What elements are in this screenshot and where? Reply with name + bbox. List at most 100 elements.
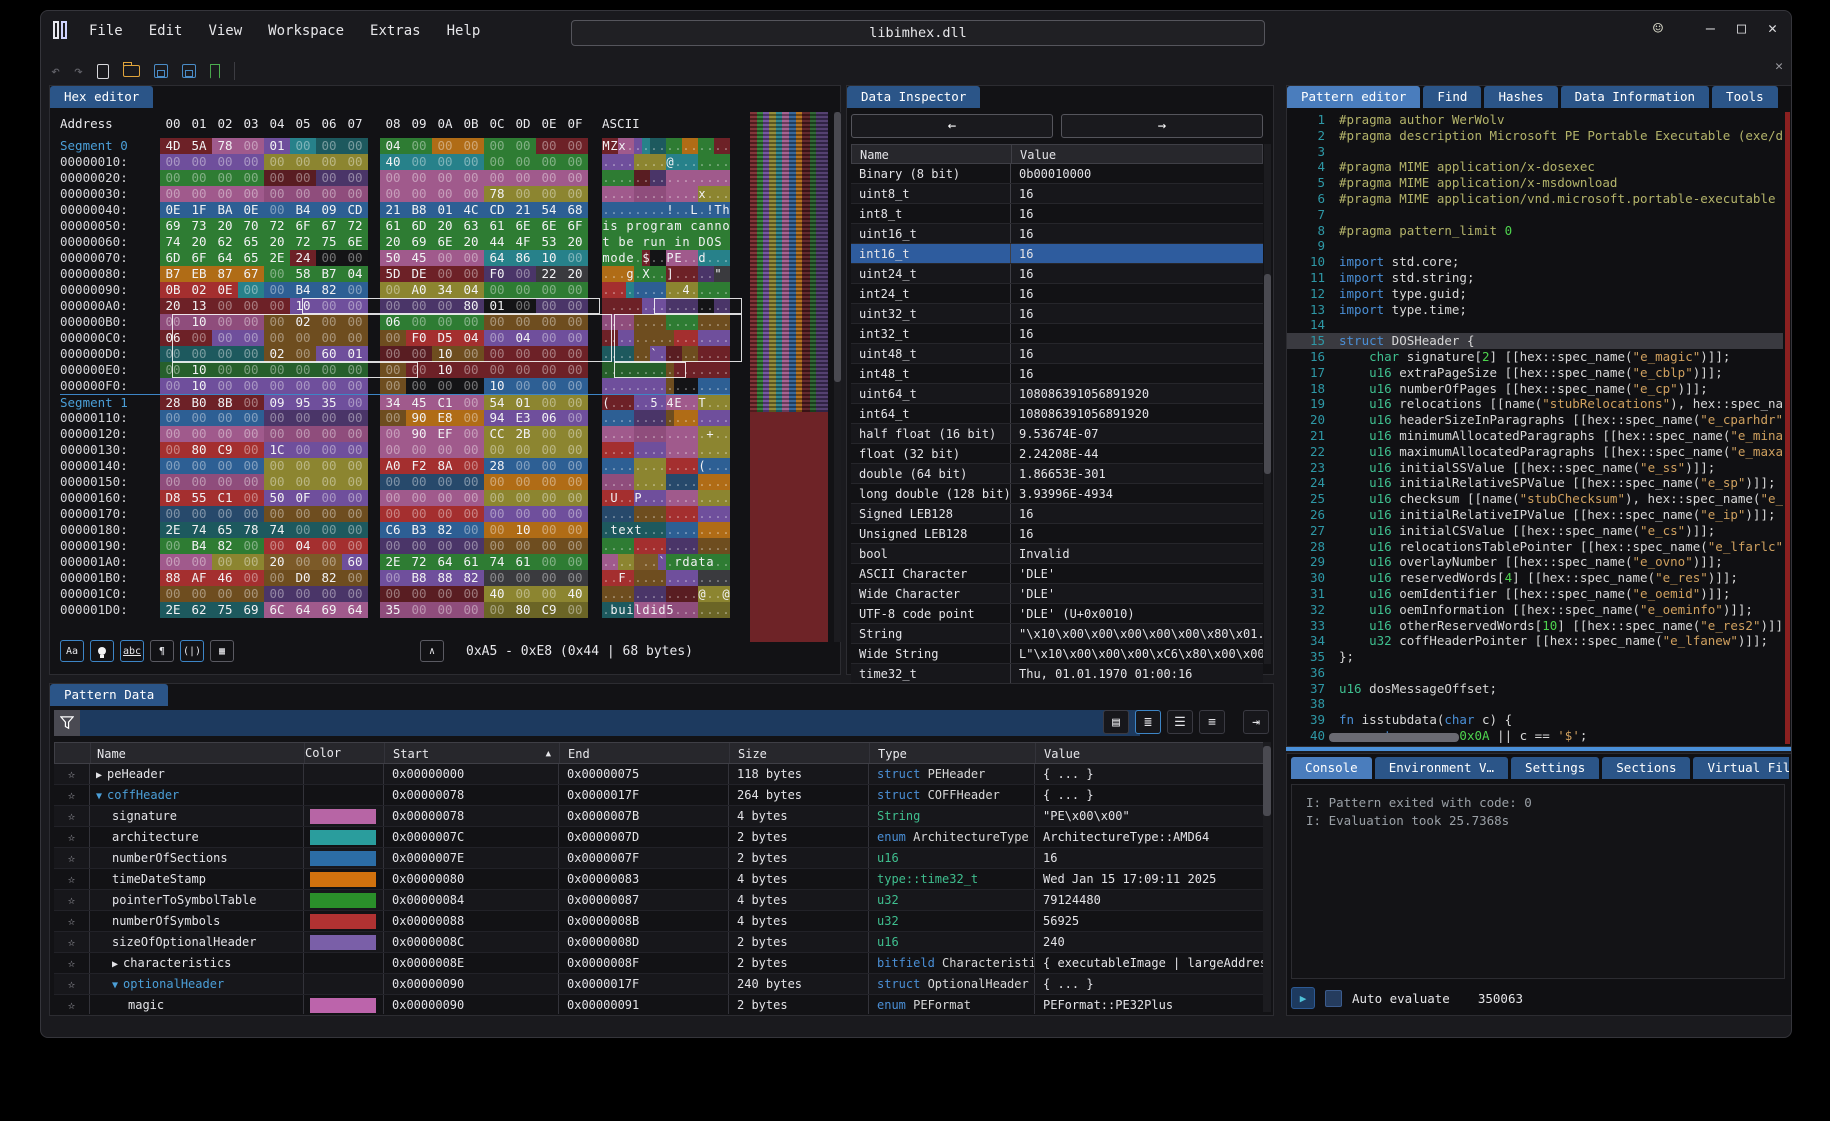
hex-ascii-cell[interactable]: . — [666, 426, 674, 442]
hex-byte-cell[interactable]: 00 — [406, 602, 432, 618]
color-swatch[interactable] — [310, 809, 376, 824]
inspector-row[interactable]: Unsigned LEB12816 — [851, 524, 1263, 544]
hex-scrollbar[interactable] — [834, 112, 841, 642]
hex-ascii-cell[interactable]: o — [610, 250, 618, 266]
hex-byte-cell[interactable]: 00 — [562, 506, 588, 522]
hex-ascii-cell[interactable]: . — [634, 474, 642, 490]
hex-ascii-cell[interactable]: g — [626, 266, 634, 282]
pd-row-name[interactable]: pointerToSymbolTable — [90, 890, 304, 910]
hex-byte-cell[interactable]: B3 — [406, 522, 432, 538]
hex-ascii-cell[interactable]: . — [602, 314, 610, 330]
hex-byte-cell[interactable]: 21 — [510, 202, 536, 218]
hex-byte-cell[interactable]: 00 — [212, 506, 238, 522]
menu-extras[interactable]: Extras — [370, 23, 421, 39]
grid-toggle-icon[interactable]: ▦ — [210, 640, 234, 662]
hex-byte-cell[interactable]: 90 — [406, 410, 432, 426]
hex-byte-cell[interactable]: 72 — [290, 234, 316, 250]
hex-ascii-block[interactable]: ................ — [602, 410, 730, 426]
hex-ascii-cell[interactable]: . — [722, 298, 730, 314]
save-as-icon[interactable] — [182, 64, 196, 78]
hex-byte-cell[interactable]: 04 — [380, 138, 406, 154]
hex-byte-cell[interactable]: 00 — [536, 330, 562, 346]
bookmark-icon[interactable] — [210, 64, 220, 79]
pd-col-name[interactable]: Name — [91, 743, 305, 763]
hex-byte-cell[interactable]: 00 — [264, 586, 290, 602]
hex-byte-cell[interactable]: 00 — [212, 410, 238, 426]
hex-byte-cell[interactable]: 6E — [510, 218, 536, 234]
favorite-star-icon[interactable]: ☆ — [54, 890, 90, 910]
hex-byte-cell[interactable]: 10 — [510, 522, 536, 538]
color-swatch[interactable] — [310, 872, 376, 887]
hex-ascii-cell[interactable] — [634, 234, 642, 250]
hex-ascii-cell[interactable]: . — [722, 522, 730, 538]
hex-ascii-cell[interactable]: u — [618, 602, 626, 618]
panel-splitter[interactable] — [1286, 747, 1792, 751]
hex-byte-cell[interactable]: 00 — [458, 602, 484, 618]
hex-ascii-cell[interactable]: . — [658, 522, 666, 538]
hex-byte-cell[interactable]: 00 — [406, 538, 432, 554]
hex-byte-cell[interactable]: 00 — [536, 138, 562, 154]
hex-ascii-cell[interactable]: . — [618, 395, 626, 410]
hex-byte-cell[interactable]: 00 — [290, 170, 316, 186]
pattern-data-row[interactable]: ☆pointerToSymbolTable0x000000840x0000008… — [54, 890, 1264, 911]
hex-byte-cell[interactable]: 00 — [484, 170, 510, 186]
hex-byte-cell[interactable]: 8B — [212, 395, 238, 410]
hex-ascii-cell[interactable]: $ — [642, 250, 650, 266]
hex-ascii-cell[interactable]: . — [658, 490, 666, 506]
hex-ascii-cell[interactable]: . — [658, 250, 666, 266]
hex-ascii-cell[interactable]: . — [626, 346, 634, 362]
hex-ascii-cell[interactable]: . — [722, 282, 730, 298]
hex-ascii-cell[interactable]: a — [706, 554, 714, 570]
hex-byte-cell[interactable]: 00 — [342, 138, 368, 154]
hex-ascii-cell[interactable]: . — [642, 554, 650, 570]
hex-ascii-cell[interactable]: . — [690, 602, 698, 618]
hex-byte-cell[interactable]: 88 — [432, 570, 458, 586]
hex-ascii-cell[interactable]: . — [682, 266, 690, 282]
hex-ascii-cell[interactable]: . — [610, 154, 618, 170]
pd-row-name[interactable]: magic — [90, 995, 304, 1014]
hex-ascii-cell[interactable]: . — [642, 362, 650, 378]
menu-edit[interactable]: Edit — [149, 23, 183, 39]
hex-ascii-cell[interactable]: u — [650, 234, 658, 250]
hex-byte-cell[interactable]: 02 — [290, 314, 316, 330]
hex-ascii-cell[interactable]: . — [650, 522, 658, 538]
hex-byte-cell[interactable]: 0F — [290, 490, 316, 506]
code-line[interactable]: 18 u16 numberOfPages [[hex::spec_name("e… — [1287, 381, 1783, 397]
hex-ascii-cell[interactable]: . — [658, 282, 666, 298]
hex-byte-cell[interactable]: 95 — [290, 395, 316, 410]
tree-view-icon[interactable]: ≣ — [1135, 710, 1161, 734]
hex-byte-cell[interactable]: 00 — [238, 506, 264, 522]
hex-ascii-cell[interactable]: . — [602, 554, 610, 570]
hex-byte-cell[interactable]: 35 — [316, 395, 342, 410]
pd-row-name[interactable]: signature — [90, 806, 304, 826]
hex-byte-cell[interactable]: B0 — [186, 395, 212, 410]
hex-byte-cell[interactable]: 40 — [484, 586, 510, 602]
hex-ascii-cell[interactable]: . — [634, 330, 642, 346]
hex-ascii-cell[interactable]: s — [610, 218, 618, 234]
hex-ascii-cell[interactable]: . — [682, 362, 690, 378]
hex-ascii-block[interactable]: ..........4..... — [602, 282, 730, 298]
hex-byte-cell[interactable]: 00 — [510, 378, 536, 394]
hex-ascii-cell[interactable]: . — [722, 346, 730, 362]
hex-ascii-cell[interactable]: . — [658, 154, 666, 170]
hex-ascii-cell[interactable]: x — [618, 138, 626, 154]
hex-byte-cell[interactable]: 00 — [536, 490, 562, 506]
hex-ascii-cell[interactable]: . — [706, 314, 714, 330]
hex-byte-cell[interactable]: 00 — [160, 442, 186, 458]
hex-ascii-cell[interactable]: . — [690, 586, 698, 602]
hex-byte-cell[interactable]: 28 — [160, 395, 186, 410]
hex-byte-cell[interactable]: 87 — [212, 266, 238, 282]
hex-ascii-cell[interactable]: . — [650, 442, 658, 458]
hex-byte-cell[interactable]: 01 — [510, 395, 536, 410]
hex-byte-cell[interactable]: 6D — [160, 250, 186, 266]
hex-ascii-block[interactable]: ................ — [602, 330, 730, 346]
hex-ascii-cell[interactable]: . — [602, 586, 610, 602]
hex-ascii-block[interactable]: mode.$..PE..d... — [602, 250, 730, 266]
inspector-row[interactable]: Binary (8 bit)0b00010000 — [851, 164, 1263, 184]
hex-byte-cell[interactable]: 00 — [316, 586, 342, 602]
hex-byte-cell[interactable]: 0E — [238, 202, 264, 218]
hex-ascii-block[interactable]: ................ — [602, 170, 730, 186]
hex-byte-cell[interactable]: 00 — [510, 362, 536, 378]
hex-ascii-cell[interactable]: . — [642, 282, 650, 298]
hex-ascii-cell[interactable]: . — [682, 410, 690, 426]
